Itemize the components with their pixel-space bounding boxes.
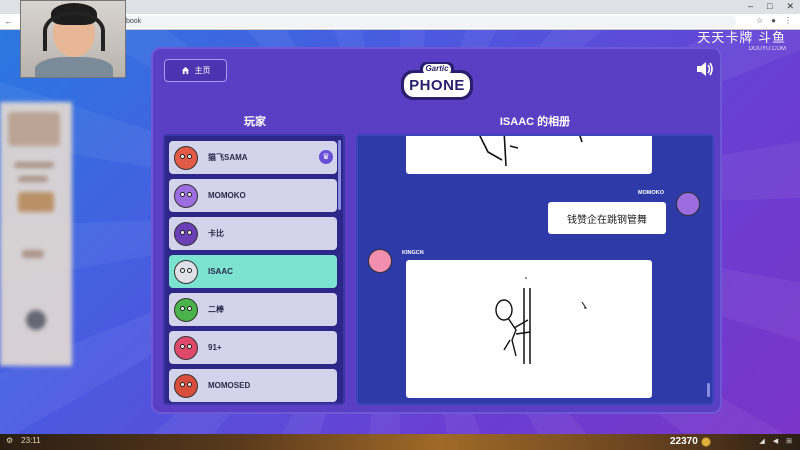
album-scrollbar[interactable]: [707, 383, 710, 397]
system-tray: ◢ ◀ ⊞: [759, 437, 792, 445]
player-name: 猫飞SAMA: [208, 153, 248, 162]
avatar: [676, 192, 700, 216]
account-icon[interactable]: ●: [771, 16, 776, 25]
player-name: 卡比: [208, 229, 224, 238]
album-panel: MOMOKO 钱赞企在跳钢管舞 KINGCN: [356, 134, 714, 405]
avatar: [174, 335, 198, 360]
close-icon[interactable]: ✕: [786, 1, 794, 12]
player-item[interactable]: MOMOKO: [169, 179, 337, 212]
crown-icon: ♛: [319, 150, 333, 164]
url-field[interactable]: /book: [96, 16, 736, 28]
menu-icon[interactable]: ⋮: [784, 16, 792, 25]
album-title: ISAAC 的相册: [499, 116, 571, 128]
settings-icon[interactable]: ⚙: [6, 436, 13, 445]
drawing-canvas: [406, 136, 652, 174]
gold-counter: 22370: [670, 436, 711, 447]
player-item[interactable]: MOMOSED: [169, 369, 337, 402]
speaker-icon[interactable]: [696, 61, 714, 77]
window-controls: – □ ✕: [748, 1, 794, 12]
gold-coin-icon: [700, 436, 711, 447]
watermark-title: 天天卡牌 斗鱼: [697, 30, 786, 45]
player-name: 91+: [208, 343, 222, 352]
players-title: 玩家: [244, 116, 266, 128]
message-author: KINGCN: [402, 250, 424, 256]
players-scrollbar[interactable]: [338, 140, 341, 210]
player-item[interactable]: 猫飞SAMA ♛: [169, 141, 337, 174]
gold-amount: 22370: [670, 436, 698, 447]
avatar: [174, 373, 198, 398]
home-label: 主页: [194, 66, 211, 75]
message-author: MOMOKO: [638, 190, 664, 196]
gartic-phone-logo: Gartic PHONE: [398, 60, 476, 104]
drawing-canvas: [406, 260, 652, 398]
avatar: [174, 145, 198, 170]
player-item[interactable]: 二棒: [169, 293, 337, 326]
guess-bubble: 钱赞企在跳钢管舞: [548, 202, 666, 234]
home-button[interactable]: 主页: [164, 59, 227, 82]
logo-main-text: PHONE: [409, 77, 465, 94]
avatar: [174, 297, 198, 322]
star-icon[interactable]: ☆: [756, 16, 763, 25]
avatar: [368, 249, 392, 273]
clock-time: 23:11: [21, 436, 41, 445]
browser-tools: ☆ ● ⋮: [756, 16, 792, 25]
back-icon[interactable]: ←: [4, 16, 13, 27]
minimize-icon[interactable]: –: [748, 1, 753, 12]
player-item-selected[interactable]: ISAAC: [169, 255, 337, 288]
avatar: [174, 183, 198, 208]
webcam-overlay: [20, 0, 126, 78]
volume-icon[interactable]: ◀: [773, 437, 778, 445]
avatar: [174, 221, 198, 246]
blurred-side-panel: [0, 102, 72, 366]
avatar: [174, 259, 198, 284]
maximize-icon[interactable]: □: [767, 1, 772, 12]
player-name: MOMOKO: [208, 191, 246, 200]
language-icon[interactable]: ⊞: [786, 437, 792, 445]
bottom-left-info: ⚙ 23:11: [6, 436, 41, 445]
players-list: 猫飞SAMA ♛ MOMOKO 卡比 ISAAC 二棒 91+ MOMOSED: [163, 134, 345, 405]
network-icon[interactable]: ◢: [759, 437, 764, 445]
player-item[interactable]: 91+: [169, 331, 337, 364]
player-name: 二棒: [208, 305, 224, 314]
player-name: ISAAC: [208, 267, 233, 276]
player-name: MOMOSED: [208, 381, 251, 390]
logo-small-text: Gartic: [425, 64, 449, 73]
bottom-game-bar: ⚙ 23:11 22370 ◢ ◀ ⊞: [0, 434, 800, 450]
player-item[interactable]: 卡比: [169, 217, 337, 250]
home-icon: [181, 66, 189, 75]
